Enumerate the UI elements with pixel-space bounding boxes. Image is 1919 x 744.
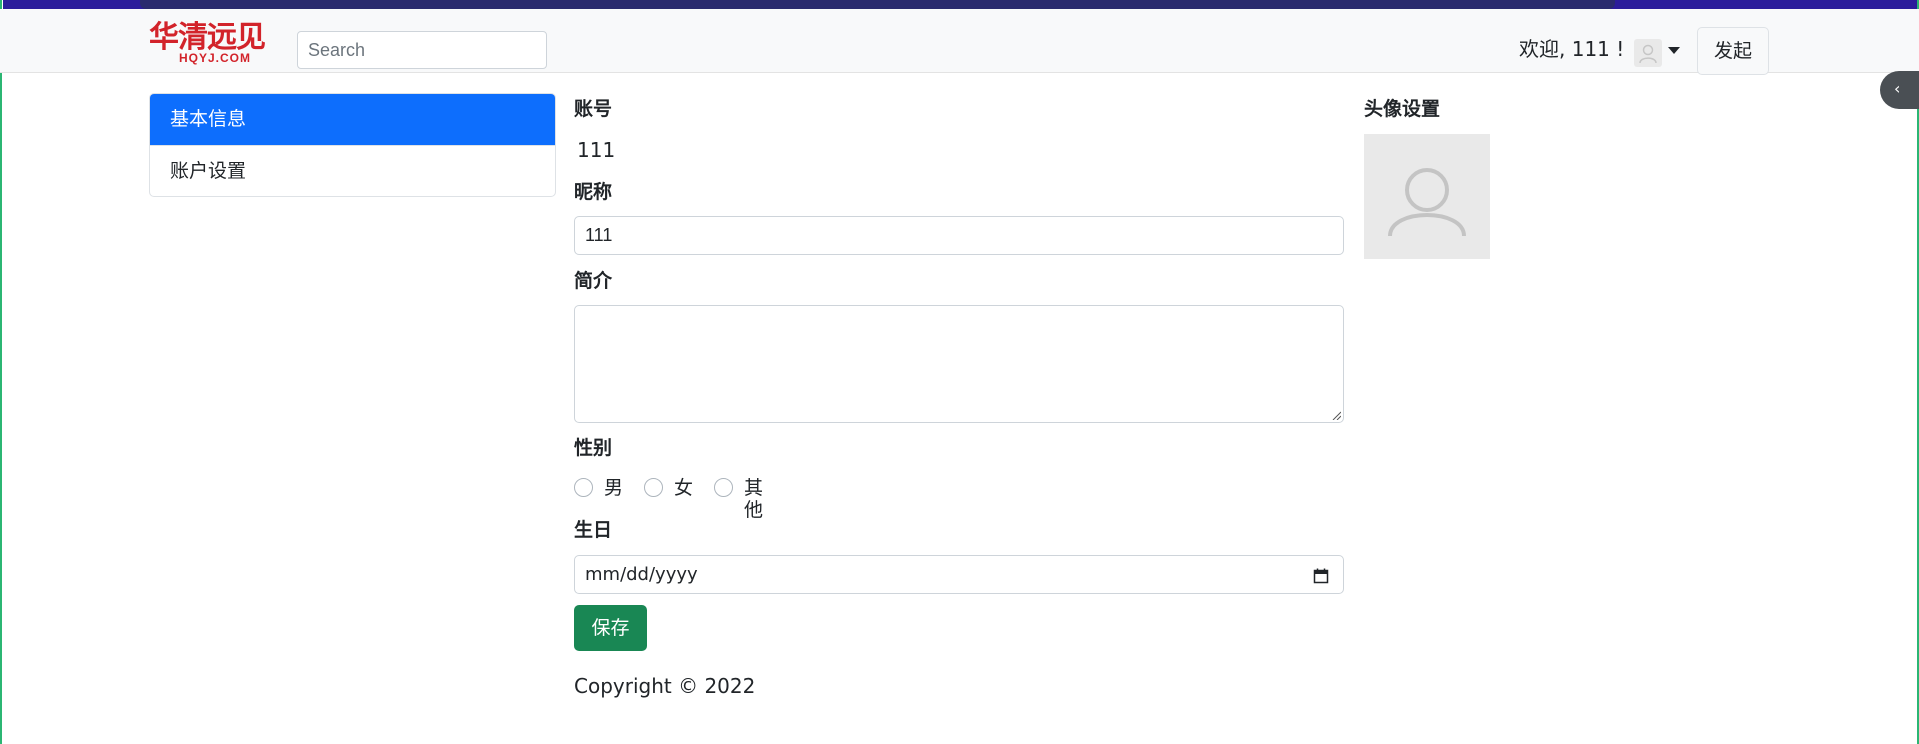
copyright-text: Copyright © 2022 xyxy=(574,674,756,698)
user-menu-caret-icon[interactable] xyxy=(1668,47,1680,54)
gender-option-label: 男 xyxy=(604,477,624,499)
bio-label: 简介 xyxy=(574,270,613,292)
gender-radio-female[interactable] xyxy=(644,478,663,497)
navbar: 华清远见 HQYJ.COM 欢迎, 111 ! 发起 xyxy=(0,9,1919,75)
save-button[interactable]: 保存 xyxy=(574,605,647,651)
calendar-icon[interactable] xyxy=(1313,568,1329,584)
birthday-field[interactable]: mm/dd/yyyy xyxy=(574,555,1344,594)
gender-option-label: 其他 xyxy=(744,477,764,521)
window-edge-left xyxy=(0,0,3,744)
publish-button[interactable]: 发起 xyxy=(1697,27,1769,75)
brand-logo[interactable]: 华清远见 HQYJ.COM xyxy=(149,21,269,65)
chevron-left-icon: ‹ xyxy=(1894,79,1901,98)
user-avatar[interactable] xyxy=(1634,39,1662,67)
bio-textarea[interactable] xyxy=(574,305,1344,423)
account-label: 账号 xyxy=(574,98,613,120)
sidebar-item-account-settings[interactable]: 账户设置 xyxy=(150,145,555,196)
nickname-field[interactable] xyxy=(574,216,1344,255)
birthday-placeholder: mm/dd/yyyy xyxy=(585,564,698,585)
top-strip xyxy=(0,0,1919,9)
search-input[interactable] xyxy=(297,31,547,69)
birthday-label: 生日 xyxy=(574,519,613,541)
account-value: 111 xyxy=(577,138,616,162)
avatar-placeholder-icon xyxy=(1388,168,1466,237)
gender-label: 性别 xyxy=(574,437,613,459)
logo-text: 华清远见 xyxy=(149,20,266,55)
welcome-text: 欢迎, 111 ! xyxy=(1519,37,1625,61)
sidebar-item-basic-info[interactable]: 基本信息 xyxy=(150,94,555,145)
gender-option-label: 女 xyxy=(674,477,694,499)
gender-radio-male[interactable] xyxy=(574,478,593,497)
gender-radio-other[interactable] xyxy=(714,478,733,497)
settings-sidebar: 基本信息 账户设置 xyxy=(149,93,556,197)
user-avatar-icon xyxy=(1639,44,1657,64)
sidebar-toggle-button[interactable]: ‹ xyxy=(1880,71,1919,109)
resize-handle-icon[interactable] xyxy=(1331,410,1341,420)
avatar-preview[interactable] xyxy=(1364,134,1490,259)
avatar-settings-title: 头像设置 xyxy=(1364,98,1441,120)
nickname-label: 昵称 xyxy=(574,181,613,203)
logo-subtext: HQYJ.COM xyxy=(179,51,252,65)
